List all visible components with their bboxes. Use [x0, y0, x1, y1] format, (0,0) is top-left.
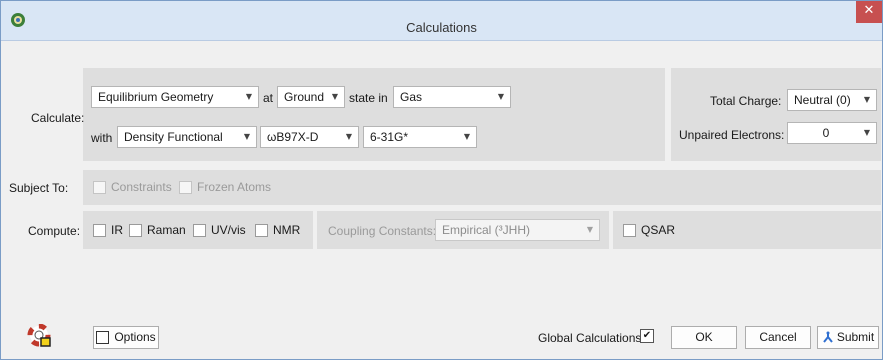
check-icon: ✔ — [642, 330, 652, 341]
basis-set-dropdown[interactable]: 6-31G* ▼ — [363, 126, 477, 148]
checkbox-box — [93, 223, 106, 237]
chevron-down-icon: ▼ — [345, 132, 352, 141]
checkbox-box — [623, 223, 636, 237]
functional-dropdown[interactable]: ωB97X-D ▼ — [260, 126, 359, 148]
functional-value: ωB97X-D — [267, 130, 319, 144]
constraints-checkbox[interactable]: Constraints — [93, 180, 172, 194]
at-label: at — [263, 91, 274, 105]
nmr-label: NMR — [273, 223, 301, 237]
uvvis-checkbox[interactable]: UV/vis — [193, 223, 246, 237]
constraints-label: Constraints — [111, 180, 172, 194]
chevron-down-icon: ▼ — [463, 132, 470, 141]
checkbox-box — [179, 180, 192, 194]
coupling-constants-dropdown[interactable]: Empirical (³JHH) ▼ — [435, 219, 600, 241]
raman-label: Raman — [147, 223, 186, 237]
charge-panel — [671, 68, 881, 161]
qsar-checkbox[interactable]: QSAR — [623, 223, 675, 237]
checkbox-box — [129, 223, 142, 237]
theory-dropdown[interactable]: Density Functional ▼ — [117, 126, 257, 148]
chevron-down-icon: ▼ — [245, 92, 252, 101]
state-value: Ground — [284, 90, 325, 104]
calculation-method-dropdown[interactable]: Equilibrium Geometry ▼ — [91, 86, 259, 108]
unpaired-electrons-dropdown[interactable]: 0 ▼ — [787, 122, 877, 144]
unpaired-electrons-value: 0 — [822, 126, 830, 140]
submit-label: Submit — [836, 330, 875, 344]
ok-label: OK — [695, 330, 713, 344]
theory-value: Density Functional — [124, 130, 223, 144]
submit-button[interactable]: Submit — [817, 326, 879, 349]
total-charge-value: Neutral (0) — [794, 93, 851, 107]
checkbox-box — [255, 223, 268, 237]
help-lifebuoy-icon[interactable] — [27, 324, 51, 348]
chevron-down-icon: ▼ — [863, 95, 870, 104]
options-button[interactable]: Options — [93, 326, 159, 349]
chevron-down-icon: ▼ — [497, 92, 504, 101]
coupling-constants-value: Empirical (³JHH) — [442, 223, 530, 237]
calculations-dialog: Calculations ✕ Calculate: Equilibrium Ge… — [0, 0, 883, 360]
close-icon: ✕ — [863, 3, 875, 18]
frozen-atoms-checkbox[interactable]: Frozen Atoms — [179, 180, 271, 194]
state-dropdown[interactable]: Ground ▼ — [277, 86, 345, 108]
frozen-atoms-label: Frozen Atoms — [197, 180, 272, 194]
coupling-constants-label: Coupling Constants: — [328, 224, 437, 238]
subject-to-label: Subject To: — [9, 181, 69, 195]
calculate-label: Calculate: — [31, 111, 85, 125]
basis-set-value: 6-31G* — [370, 130, 409, 144]
chevron-down-icon: ▼ — [243, 132, 250, 141]
with-label: with — [91, 131, 113, 145]
chevron-down-icon: ▼ — [331, 92, 338, 101]
checkbox-box — [96, 331, 110, 344]
global-calculations-checkbox[interactable]: ✔ — [640, 329, 654, 343]
compute-label: Compute: — [28, 224, 81, 238]
total-charge-dropdown[interactable]: Neutral (0) ▼ — [787, 89, 877, 111]
close-button[interactable]: ✕ — [856, 1, 882, 23]
calculation-method-value: Equilibrium Geometry — [98, 90, 214, 104]
nmr-checkbox[interactable]: NMR — [255, 223, 300, 237]
unpaired-electrons-label: Unpaired Electrons: — [679, 128, 785, 142]
ok-button[interactable]: OK — [671, 326, 737, 349]
checkbox-box — [93, 180, 106, 194]
cancel-button[interactable]: Cancel — [745, 326, 811, 349]
ir-label: IR — [111, 223, 123, 237]
medium-dropdown[interactable]: Gas ▼ — [393, 86, 511, 108]
ir-checkbox[interactable]: IR — [93, 223, 123, 237]
state-in-label: state in — [349, 91, 388, 105]
qsar-label: QSAR — [641, 223, 676, 237]
window-title: Calculations — [406, 20, 477, 35]
uvvis-label: UV/vis — [211, 223, 246, 237]
submit-icon — [823, 331, 833, 343]
title-bar: Calculations ✕ — [1, 1, 882, 41]
total-charge-label: Total Charge: — [710, 94, 782, 108]
chevron-down-icon: ▼ — [586, 225, 593, 234]
options-label: Options — [114, 330, 156, 344]
global-calculations-label: Global Calculations — [538, 331, 642, 345]
cancel-label: Cancel — [759, 330, 797, 344]
medium-value: Gas — [400, 90, 423, 104]
raman-checkbox[interactable]: Raman — [129, 223, 186, 237]
chevron-down-icon: ▼ — [863, 128, 870, 137]
checkbox-box — [193, 223, 206, 237]
